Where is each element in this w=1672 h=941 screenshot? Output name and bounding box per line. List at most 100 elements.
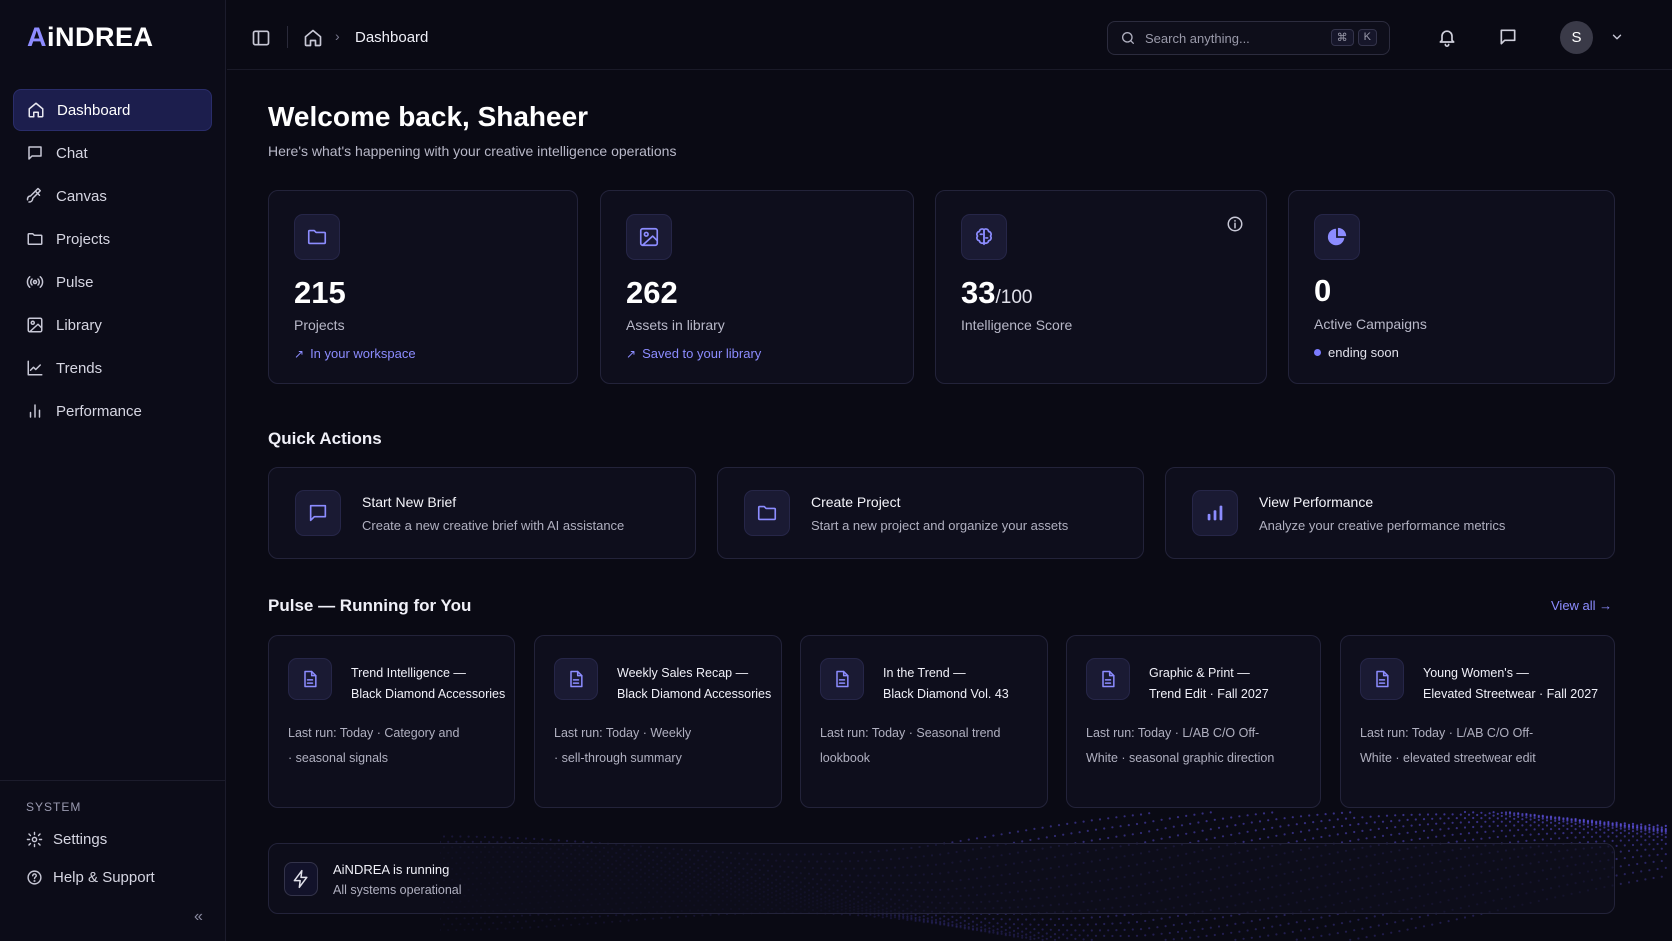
pulse-card-desc: Last run: Today · Category and · seasonal… — [288, 721, 500, 771]
quick-actions-title: Quick Actions — [268, 429, 382, 448]
line-chart-icon — [26, 359, 44, 377]
sidebar-item-chat[interactable]: Chat — [13, 132, 212, 174]
folder-icon — [744, 490, 790, 536]
pulse-title-line-1: In the Trend — — [883, 666, 966, 680]
pulse-title-line-2: Black Diamond Vol. 43 — [883, 687, 1009, 701]
brain-icon — [961, 214, 1007, 260]
pulse-card-desc: Last run: Today · Seasonal trend lookbook — [820, 721, 1033, 771]
collapse-sidebar-button[interactable]: « — [194, 908, 203, 926]
chevron-down-icon[interactable] — [1610, 30, 1624, 44]
pulse-section-title: Pulse — Running for You — [268, 596, 471, 616]
sidebar-item-performance[interactable]: Performance — [13, 390, 212, 432]
message-icon[interactable] — [1498, 27, 1518, 47]
folder-icon — [26, 230, 44, 248]
stat-sub: ↗ Saved to your library — [626, 346, 761, 361]
quick-action-title: Create Project — [811, 494, 901, 510]
pulse-desc-line-2: · seasonal signals — [288, 751, 389, 765]
pulse-desc-line-1: Last run: Today · Category and — [288, 726, 460, 740]
image-icon — [626, 214, 672, 260]
logo[interactable]: AiNDREA — [27, 22, 154, 53]
help-icon — [27, 870, 42, 885]
system-status-bar: AiNDREA is running All systems operation… — [268, 843, 1615, 914]
pulse-card-title: Weekly Sales Recap — Black Diamond Access… — [617, 663, 771, 705]
document-icon — [820, 658, 864, 700]
sidebar-item-projects[interactable]: Projects — [13, 218, 212, 260]
lightning-icon — [284, 862, 318, 896]
avatar[interactable]: S — [1560, 21, 1593, 54]
stat-label: Active Campaigns — [1314, 316, 1427, 332]
sidebar-item-trends[interactable]: Trends — [13, 347, 212, 389]
sidebar-item-label: Canvas — [56, 187, 107, 205]
topbar-separator — [287, 26, 288, 48]
info-icon[interactable] — [1226, 215, 1244, 233]
pulse-card-title: Graphic & Print — Trend Edit · Fall 2027 — [1149, 663, 1269, 705]
pulse-desc-line-1: Last run: Today · L/AB C/O Off- — [1360, 726, 1534, 740]
chat-icon — [295, 490, 341, 536]
stat-sub-text: ending soon — [1328, 345, 1399, 360]
quick-action-desc: Analyze your creative performance metric… — [1259, 518, 1506, 533]
help-support-link[interactable]: Help & Support — [26, 869, 155, 886]
gear-icon — [26, 831, 43, 848]
settings-link[interactable]: Settings — [26, 831, 107, 848]
arrow-up-right-icon: ↗ — [626, 346, 637, 361]
help-support-label: Help & Support — [53, 869, 155, 886]
quick-action-title: Start New Brief — [362, 494, 457, 510]
sidebar-item-label: Performance — [56, 402, 142, 420]
quick-action-create-project[interactable]: Create Project Start a new project and o… — [717, 467, 1144, 559]
page-title: Welcome back, Shaheer — [268, 101, 589, 132]
document-icon — [554, 658, 598, 700]
stat-label: Projects — [294, 317, 345, 333]
stat-card-assets[interactable]: 262 Assets in library ↗ Saved to your lib… — [600, 190, 914, 384]
quick-action-view-performance[interactable]: View Performance Analyze your creative p… — [1165, 467, 1615, 559]
pulse-card-in-the-trend[interactable]: In the Trend — Black Diamond Vol. 43 Last… — [800, 635, 1048, 808]
stat-sub: ↗ In your workspace — [294, 346, 416, 361]
pulse-card-desc: Last run: Today · Weekly · sell-through s… — [554, 721, 767, 771]
bar-chart-icon — [26, 402, 44, 420]
sidebar: AiNDREA Dashboard Chat Canvas Projects P… — [0, 0, 226, 941]
settings-label: Settings — [53, 831, 108, 848]
pulse-card-title: Young Women's — Elevated Streetwear · Fal… — [1423, 663, 1598, 705]
sidebar-item-pulse[interactable]: Pulse — [13, 261, 212, 303]
pulse-desc-line-1: Last run: Today · L/AB C/O Off- — [1086, 726, 1260, 740]
stat-card-projects[interactable]: 215 Projects ↗ In your workspace — [268, 190, 578, 384]
pulse-card-young-womens[interactable]: Young Women's — Elevated Streetwear · Fal… — [1340, 635, 1615, 808]
quick-action-desc: Create a new creative brief with AI assi… — [362, 518, 625, 533]
sidebar-item-label: Chat — [56, 144, 88, 162]
chevron-right-icon: › — [335, 28, 340, 44]
status-title: AiNDREA is running — [333, 862, 450, 877]
pulse-desc-line-2: · sell-through summary — [554, 751, 682, 765]
sidebar-item-dashboard[interactable]: Dashboard — [13, 89, 212, 131]
stat-sub-text: Saved to your library — [642, 346, 762, 361]
sidebar-item-label: Library — [56, 316, 102, 334]
pulse-card-weekly-sales[interactable]: Weekly Sales Recap — Black Diamond Access… — [534, 635, 782, 808]
search-box[interactable]: ⌘ K — [1107, 21, 1390, 55]
pulse-title-line-2: Black Diamond Accessories — [617, 687, 772, 701]
bell-icon[interactable] — [1437, 27, 1457, 47]
pulse-desc-line-2: lookbook — [820, 751, 871, 765]
quick-action-start-brief[interactable]: Start New Brief Create a new creative br… — [268, 467, 696, 559]
logo-rest: NDREA — [55, 22, 154, 52]
sidebar-item-canvas[interactable]: Canvas — [13, 175, 212, 217]
stat-sub-text: In your workspace — [310, 346, 416, 361]
pulse-card-trend-intelligence[interactable]: Trend Intelligence — Black Diamond Access… — [268, 635, 515, 808]
view-all-link[interactable]: View all → — [1551, 598, 1612, 613]
stat-card-intelligence[interactable]: 33/100 Intelligence Score — [935, 190, 1267, 384]
arrow-up-right-icon: ↗ — [294, 346, 305, 361]
folder-icon — [294, 214, 340, 260]
home-icon — [27, 101, 45, 119]
panel-toggle-icon[interactable] — [251, 28, 271, 48]
pulse-desc-line-1: Last run: Today · Seasonal trend — [820, 726, 1001, 740]
sidebar-item-library[interactable]: Library — [13, 304, 212, 346]
kbd-k: K — [1357, 29, 1377, 46]
sidebar-item-label: Pulse — [56, 273, 94, 291]
pulse-card-graphic-print[interactable]: Graphic & Print — Trend Edit · Fall 2027 … — [1066, 635, 1321, 808]
search-input[interactable] — [1145, 30, 1325, 46]
pulse-title-line-2: Elevated Streetwear · Fall 2027 — [1423, 687, 1599, 701]
pie-icon — [1314, 214, 1360, 260]
stat-value-number: 33 — [961, 275, 996, 310]
stat-value-suffix: /100 — [995, 287, 1033, 308]
pulse-card-desc: Last run: Today · L/AB C/O Off- White · e… — [1360, 721, 1600, 771]
home-icon[interactable] — [303, 28, 323, 48]
stat-card-campaigns[interactable]: 0 Active Campaigns ending soon — [1288, 190, 1615, 384]
system-section-label: SYSTEM — [26, 800, 82, 814]
